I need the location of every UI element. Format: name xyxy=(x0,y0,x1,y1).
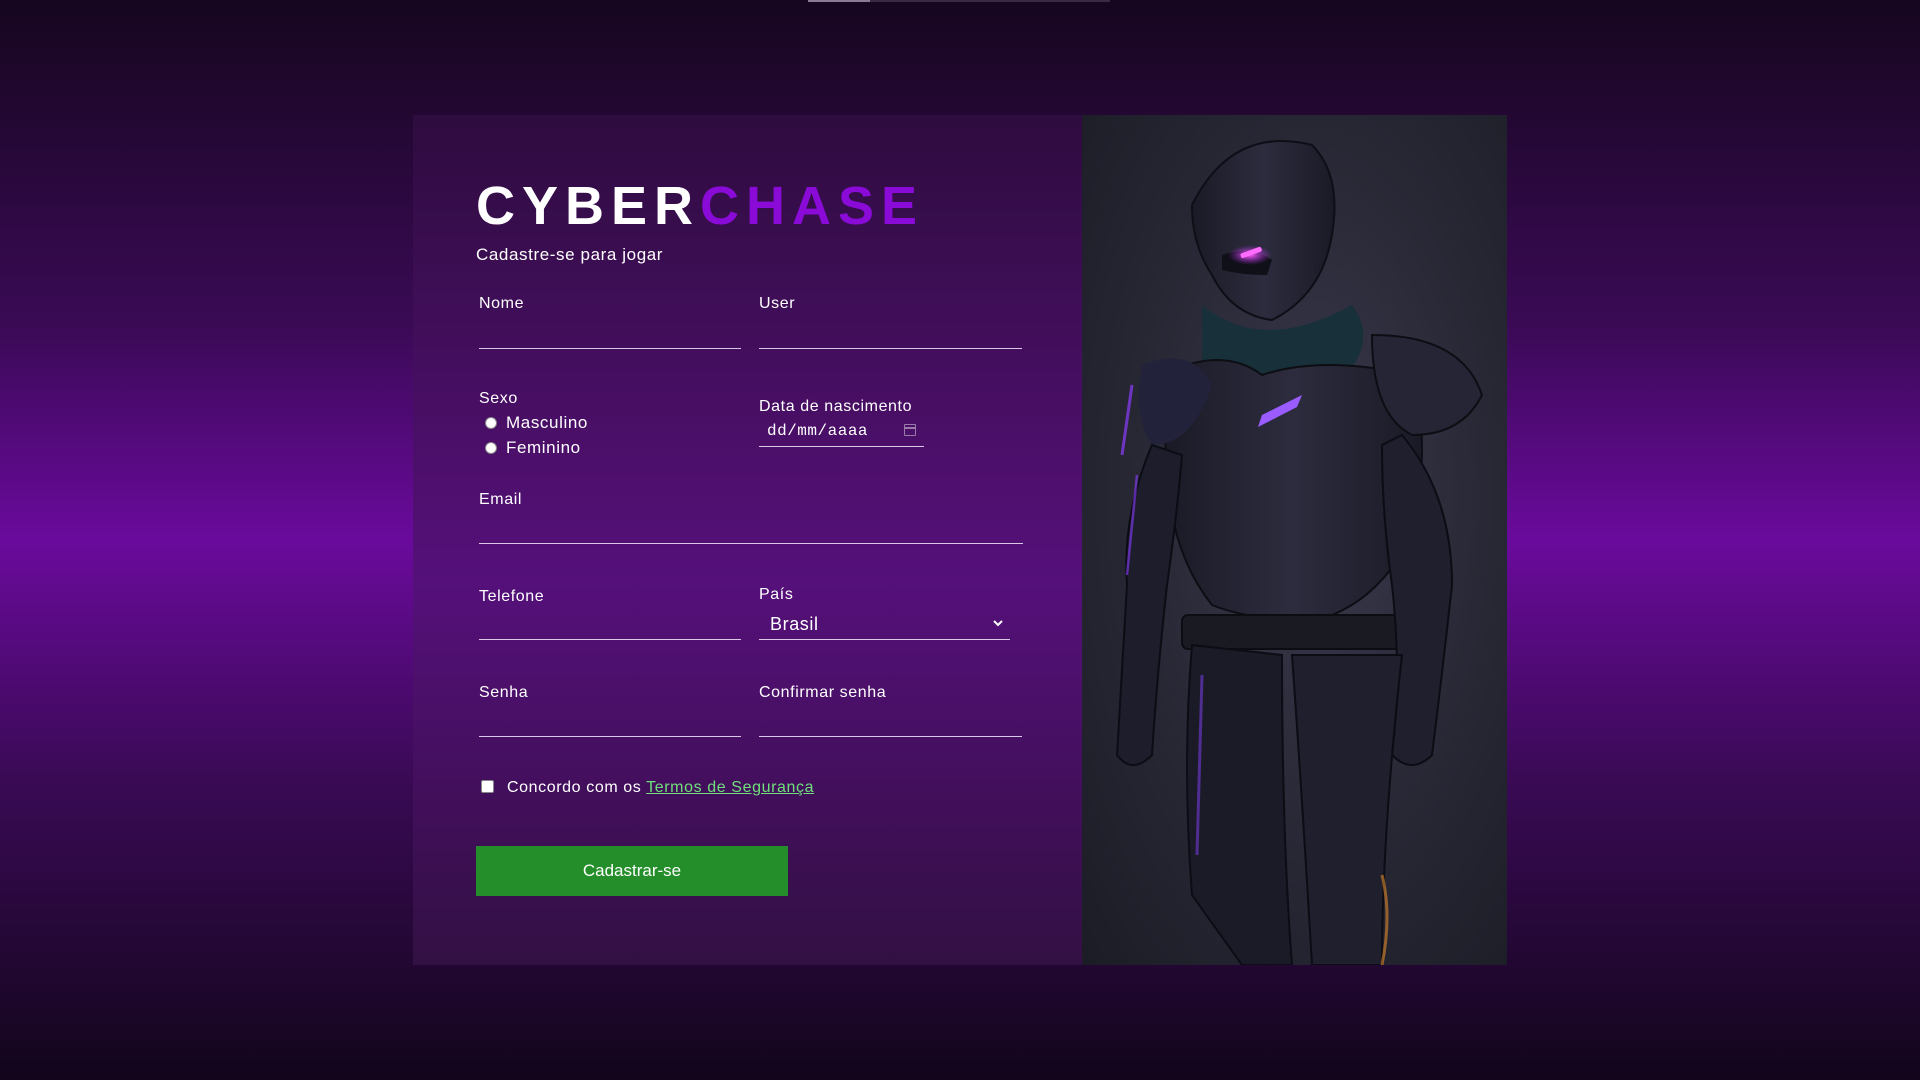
calendar-icon[interactable] xyxy=(904,424,916,436)
logo-part-cyber: CYBER xyxy=(476,176,701,236)
date-placeholder: dd/mm/aaaa xyxy=(767,421,869,440)
senha-input[interactable] xyxy=(479,706,741,737)
senha-label: Senha xyxy=(479,684,529,701)
pais-label: País xyxy=(759,586,794,603)
radio-masculino-label: Masculino xyxy=(506,413,588,432)
pais-selected-value: Brasil xyxy=(770,614,819,634)
logo: CYBERCHASE xyxy=(476,179,924,233)
radio-option-feminino[interactable]: Feminino xyxy=(485,438,581,458)
terms-prefix: Concordo com os xyxy=(507,779,642,796)
radio-feminino-label: Feminino xyxy=(506,438,581,457)
terms-checkbox[interactable] xyxy=(481,780,494,793)
radio-option-masculino[interactable]: Masculino xyxy=(485,413,588,433)
submit-button[interactable]: Cadastrar-se xyxy=(476,846,788,896)
email-input[interactable] xyxy=(479,513,1023,544)
terms-link[interactable]: Termos de Segurança xyxy=(646,779,814,796)
signup-card: CYBERCHASE Cadastre-se para jogar Nome U… xyxy=(413,115,1507,965)
radio-feminino[interactable] xyxy=(485,442,497,454)
chevron-down-icon xyxy=(993,620,1003,627)
telefone-label: Telefone xyxy=(479,588,545,605)
confirmar-senha-label: Confirmar senha xyxy=(759,684,887,701)
nome-label: Nome xyxy=(479,295,525,312)
sexo-label: Sexo xyxy=(479,390,518,407)
top-scrollbar[interactable] xyxy=(808,0,1110,2)
character-image-panel xyxy=(1082,115,1507,965)
top-scrollbar-thumb[interactable] xyxy=(808,0,870,2)
data-nascimento-label: Data de nascimento xyxy=(759,398,913,415)
radio-masculino[interactable] xyxy=(485,417,497,429)
cyber-soldier-illustration xyxy=(1115,140,1484,965)
terms-text: Concordo com os Termos de Segurança xyxy=(507,779,814,797)
confirmar-senha-input[interactable] xyxy=(759,706,1022,737)
user-input[interactable] xyxy=(759,318,1022,349)
pais-select[interactable]: Brasil xyxy=(759,608,1010,640)
logo-part-chase: CHASE xyxy=(700,176,925,236)
nome-input[interactable] xyxy=(479,318,741,349)
telefone-input[interactable] xyxy=(479,609,741,640)
subtitle: Cadastre-se para jogar xyxy=(476,245,664,264)
date-of-birth-input[interactable]: dd/mm/aaaa xyxy=(759,415,924,447)
user-label: User xyxy=(759,295,796,312)
email-label: Email xyxy=(479,491,523,508)
signup-form-panel: CYBERCHASE Cadastre-se para jogar Nome U… xyxy=(413,115,1082,965)
